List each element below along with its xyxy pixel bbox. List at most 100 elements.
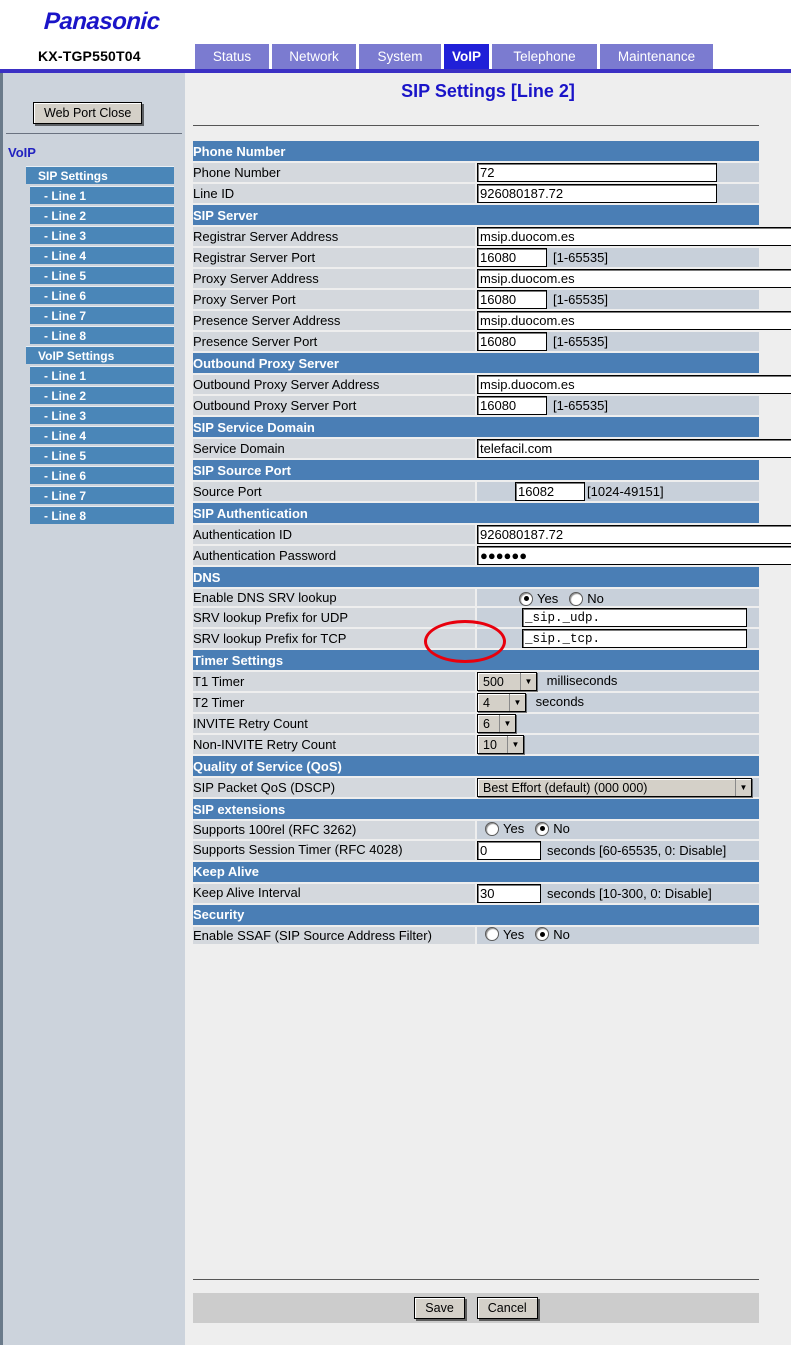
ssaf-no-radio[interactable] (535, 927, 549, 941)
registrar-address-input[interactable] (477, 227, 791, 246)
service-domain-input[interactable] (477, 439, 791, 458)
cell-keep-alive: seconds [10-300, 0: Disable] (476, 883, 759, 904)
sidebar-item-sip-line-2[interactable]: - Line 2 (30, 206, 174, 224)
tab-telephone[interactable]: Telephone (492, 44, 597, 69)
section-sip-extensions: SIP extensions (193, 798, 759, 820)
section-service-domain: SIP Service Domain (193, 416, 759, 438)
invite-retry-value: 6 (478, 717, 499, 731)
t1-timer-value: 500 (478, 675, 520, 689)
sidebar-item-sip-line-6[interactable]: - Line 6 (30, 286, 174, 304)
section-header: Phone Number (193, 141, 759, 162)
row-presence-port: Presence Server Port [1-65535] (193, 331, 759, 352)
section-keep-alive: Keep Alive (193, 861, 759, 883)
sidebar-item-sip-line-3[interactable]: - Line 3 (30, 226, 174, 244)
auth-password-input[interactable] (477, 546, 791, 565)
sidebar-item-voip-line-1[interactable]: - Line 1 (30, 366, 174, 384)
dns-srv-no-radio[interactable] (569, 592, 583, 606)
cell-auth-password (476, 545, 759, 566)
sidebar-item-sip-line-4[interactable]: - Line 4 (30, 246, 174, 264)
label-line-id: Line ID (193, 183, 476, 204)
invite-retry-select[interactable]: 6 ▼ (477, 714, 516, 733)
row-t1-timer: T1 Timer 500 ▼ milliseconds (193, 671, 759, 692)
sidebar-item-voip-line-7[interactable]: - Line 7 (30, 486, 174, 504)
auth-id-input[interactable] (477, 525, 791, 544)
label-registrar-port: Registrar Server Port (193, 247, 476, 268)
sidebar-item-sip-line-1[interactable]: - Line 1 (30, 186, 174, 204)
line-id-input[interactable] (477, 184, 717, 203)
sidebar-group-sip-settings[interactable]: SIP Settings (26, 166, 174, 184)
label-outbound-port: Outbound Proxy Server Port (193, 395, 476, 416)
tab-status[interactable]: Status (195, 44, 269, 69)
noninvite-retry-value: 10 (478, 738, 507, 752)
sidebar-group-voip-settings[interactable]: VoIP Settings (26, 346, 174, 364)
t1-timer-select[interactable]: 500 ▼ (477, 672, 537, 691)
main-tabs: Status Network System VoIP Telephone Mai… (195, 44, 716, 69)
rel100-no-label: No (553, 821, 570, 836)
cell-registrar-address (476, 226, 759, 247)
label-registrar-address: Registrar Server Address (193, 226, 476, 247)
tab-maintenance[interactable]: Maintenance (600, 44, 713, 69)
section-security: Security (193, 904, 759, 926)
tab-network[interactable]: Network (272, 44, 356, 69)
keep-alive-input[interactable] (477, 884, 541, 903)
session-timer-hint: seconds [60-65535, 0: Disable] (547, 843, 726, 858)
sidebar-item-sip-line-8[interactable]: - Line 8 (30, 326, 174, 344)
label-srv-udp: SRV lookup Prefix for UDP (193, 607, 476, 628)
ssaf-yes-radio[interactable] (485, 927, 499, 941)
outbound-port-input[interactable] (477, 396, 547, 415)
sidebar-item-voip-line-5[interactable]: - Line 5 (30, 446, 174, 464)
sidebar-divider (6, 133, 182, 134)
chevron-down-icon: ▼ (735, 779, 751, 796)
settings-form: Phone Number Phone Number Line ID SIP Se… (193, 141, 759, 946)
qos-dscp-select[interactable]: Best Effort (default) (000 000) ▼ (477, 778, 752, 797)
rel100-yes-label: Yes (503, 821, 524, 836)
rel100-no-radio[interactable] (535, 822, 549, 836)
t2-timer-select[interactable]: 4 ▼ (477, 693, 526, 712)
registrar-port-input[interactable] (477, 248, 547, 267)
srv-udp-input[interactable] (522, 608, 747, 627)
phone-number-input[interactable] (477, 163, 717, 182)
srv-tcp-input[interactable] (522, 629, 747, 648)
t1-timer-unit: milliseconds (547, 673, 618, 688)
t2-timer-value: 4 (478, 696, 509, 710)
sidebar-item-voip-line-8[interactable]: - Line 8 (30, 506, 174, 524)
dns-srv-yes-radio[interactable] (519, 592, 533, 606)
section-header: Keep Alive (193, 861, 759, 883)
save-button[interactable]: Save (414, 1297, 465, 1319)
ssaf-no-label: No (553, 927, 570, 942)
cancel-button[interactable]: Cancel (477, 1297, 538, 1319)
model-number: KX-TGP550T04 (38, 48, 141, 64)
section-header: SIP Service Domain (193, 416, 759, 438)
cell-outbound-port: [1-65535] (476, 395, 759, 416)
proxy-address-input[interactable] (477, 269, 791, 288)
cell-dns-srv: Yes No (476, 588, 759, 607)
cell-outbound-address (476, 374, 759, 395)
rel100-yes-radio[interactable] (485, 822, 499, 836)
presence-port-input[interactable] (477, 332, 547, 351)
cell-service-domain (476, 438, 759, 459)
proxy-port-input[interactable] (477, 290, 547, 309)
rel100-radio-group: Yes No (485, 821, 579, 836)
noninvite-retry-select[interactable]: 10 ▼ (477, 735, 524, 754)
keep-alive-hint: seconds [10-300, 0: Disable] (547, 886, 712, 901)
outbound-address-input[interactable] (477, 375, 791, 394)
tab-system[interactable]: System (359, 44, 441, 69)
dns-srv-radio-group: Yes No (519, 591, 613, 606)
sidebar-item-voip-line-4[interactable]: - Line 4 (30, 426, 174, 444)
row-invite-retry: INVITE Retry Count 6 ▼ (193, 713, 759, 734)
row-noninvite-retry: Non-INVITE Retry Count 10 ▼ (193, 734, 759, 755)
sidebar-item-voip-line-3[interactable]: - Line 3 (30, 406, 174, 424)
session-timer-input[interactable] (477, 841, 541, 860)
row-service-domain: Service Domain (193, 438, 759, 459)
qos-dscp-value: Best Effort (default) (000 000) (478, 781, 735, 795)
tab-voip[interactable]: VoIP (444, 44, 489, 69)
row-registrar-address: Registrar Server Address (193, 226, 759, 247)
sidebar-item-voip-line-6[interactable]: - Line 6 (30, 466, 174, 484)
source-port-input[interactable] (515, 482, 585, 501)
web-port-close-button[interactable]: Web Port Close (33, 102, 142, 124)
sidebar-item-voip-line-2[interactable]: - Line 2 (30, 386, 174, 404)
presence-address-input[interactable] (477, 311, 791, 330)
sidebar-item-sip-line-5[interactable]: - Line 5 (30, 266, 174, 284)
section-timer-settings: Timer Settings (193, 649, 759, 671)
sidebar-item-sip-line-7[interactable]: - Line 7 (30, 306, 174, 324)
